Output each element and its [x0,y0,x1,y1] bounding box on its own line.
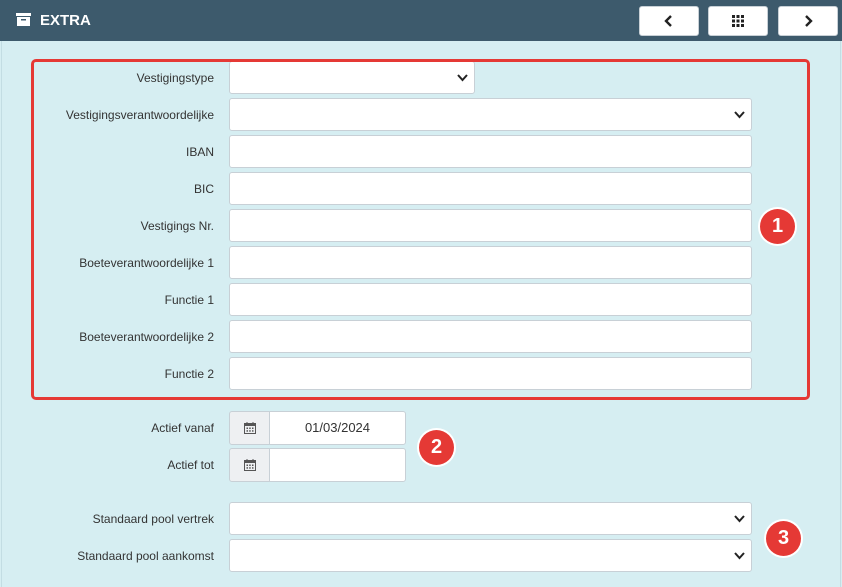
page-title: EXTRA [40,12,91,29]
pool-vertrek-label: Standaard pool vertrek [92,512,214,526]
chevron-left-icon [664,15,672,27]
calendar-button[interactable] [229,411,270,445]
pool-vertrek-select[interactable] [229,502,752,535]
pool-aankomst-select[interactable] [229,539,752,572]
chevron-right-icon [805,15,813,27]
actief-vanaf-date-picker: 01/03/2024 [229,411,406,445]
chevron-down-icon [734,515,745,523]
grid-view-button[interactable] [708,6,768,36]
previous-button[interactable] [639,6,699,36]
annotation-badge-3: 3 [766,521,801,556]
annotation-badge-1: 1 [760,209,795,244]
actief-tot-date-picker [229,448,406,482]
calendar-button[interactable] [229,448,270,482]
next-button[interactable] [778,6,838,36]
actief-vanaf-field[interactable]: 01/03/2024 [269,411,406,445]
annotation-badge-2: 2 [419,430,454,465]
actief-tot-label: Actief tot [167,458,214,472]
pool-aankomst-label: Standaard pool aankomst [77,549,214,563]
highlight-box [31,59,810,400]
calendar-icon [243,422,256,434]
calendar-icon [243,459,256,471]
header-bar: EXTRA [0,0,842,41]
actief-vanaf-label: Actief vanaf [151,421,214,435]
actief-tot-field[interactable] [269,448,406,482]
archive-box-icon [16,13,31,26]
grid-icon [732,15,744,27]
chevron-down-icon [734,552,745,560]
